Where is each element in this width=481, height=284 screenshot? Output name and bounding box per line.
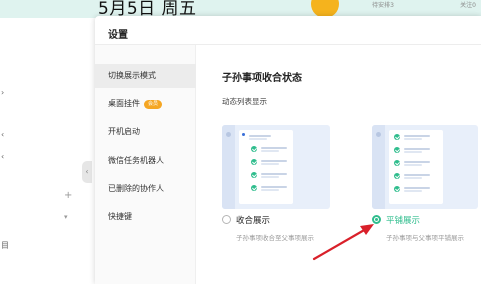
sidebar-item-label: 桌面挂件 (108, 99, 140, 108)
member-badge: 会员 (144, 100, 163, 109)
annotation-arrow-icon (312, 224, 374, 261)
collapsed-radio[interactable] (222, 215, 231, 224)
collapsed-option-label[interactable]: 收合展示 (236, 214, 270, 226)
sidebar-item-label: 切换展示模式 (108, 71, 156, 80)
settings-sidebar: 切换展示模式 桌面挂件 会员 开机启动 微信任务机器人 已删除的协作人 快捷键 (95, 45, 196, 284)
section-sublabel: 动态列表显示 (222, 97, 267, 106)
background-pill-pending[interactable]: 待安排3 (365, 0, 401, 12)
sidebar-item-label: 已删除的协作人 (108, 184, 164, 193)
preview-collapsed-card[interactable] (222, 125, 330, 209)
sidebar-item-display-mode[interactable]: 切换展示模式 (95, 64, 196, 88)
sidebar-item-label: 微信任务机器人 (108, 156, 164, 165)
flat-option-label[interactable]: 平铺展示 (386, 214, 420, 226)
section-heading: 子孙事项收合状态 (222, 73, 302, 84)
background-sidebar (0, 18, 88, 284)
collapse-handle[interactable]: ‹ (82, 161, 92, 183)
preview-flat-card[interactable] (372, 125, 478, 209)
sidebar-item-label: 开机启动 (108, 127, 140, 136)
background-add-icon[interactable]: + (64, 190, 72, 201)
background-pill-follow[interactable]: 关注0 (452, 0, 481, 12)
background-dropdown-icon[interactable]: ▾ (64, 213, 68, 221)
sidebar-item-startup[interactable]: 开机启动 (95, 120, 196, 144)
sidebar-item-shortcuts[interactable]: 快捷键 (95, 205, 196, 229)
modal-title: 设置 (108, 30, 128, 41)
sidebar-item-deleted-collaborators[interactable]: 已删除的协作人 (95, 177, 196, 201)
sidebar-item-desktop-widget[interactable]: 桌面挂件 会员 (95, 92, 196, 116)
sidebar-item-wechat-bot[interactable]: 微信任务机器人 (95, 149, 196, 173)
flat-option-desc: 子孙事项与父事项平铺展示 (386, 234, 464, 242)
sidebar-item-label: 快捷键 (108, 212, 132, 221)
background-sidebar-label: 目 (1, 241, 9, 250)
